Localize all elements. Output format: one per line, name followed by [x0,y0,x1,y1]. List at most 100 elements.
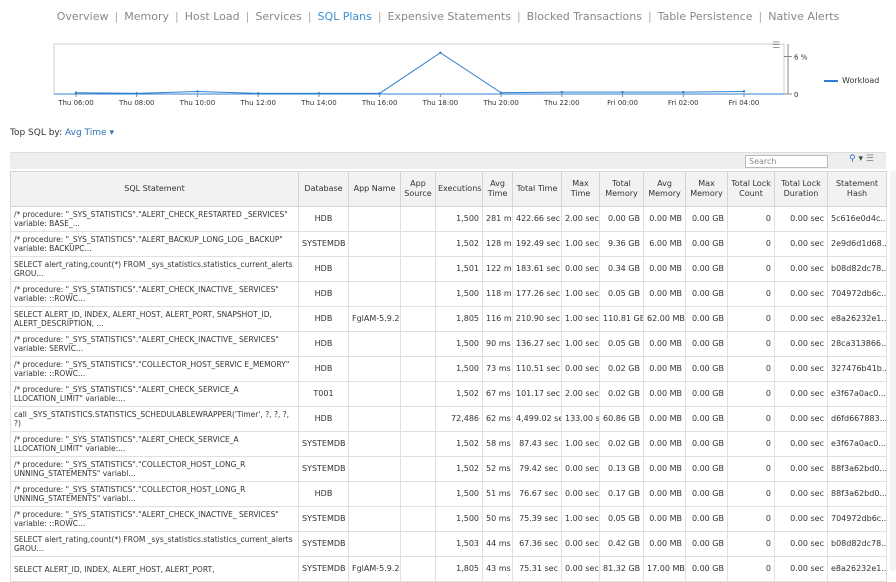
table-row[interactable]: SELECT alert_rating,count(*) FROM _sys_s… [10,531,887,557]
tab-table-persistence[interactable]: Table Persistence [652,10,759,23]
tab-native-alerts[interactable]: Native Alerts [762,10,845,23]
cell-total-time: 192.49 sec [512,231,562,257]
tab-services[interactable]: Services [249,10,307,23]
cell-total-time: 87.43 sec [512,431,562,457]
column-header-max-memory[interactable]: Max Memory [685,171,728,207]
table-scrollbar[interactable] [890,171,896,571]
cell-total-memory: 0.02 GB [599,356,644,382]
column-header-total-memory[interactable]: Total Memory [599,171,644,207]
top-sql-value[interactable]: Avg Time [65,128,107,138]
tab-memory[interactable]: Memory [118,10,175,23]
cell-total-lock-count: 0 [727,556,775,582]
cell-max-memory: 0.00 GB [685,431,728,457]
x-tick-label: Thu 20:00 [482,99,519,107]
cell-total-memory: 0.42 GB [599,531,644,557]
cell-avg-time: 67 ms [482,381,513,407]
data-point [196,90,199,93]
column-header-avg-time[interactable]: Avg Time [482,171,513,207]
x-tick-label: Thu 06:00 [57,99,94,107]
cell-app-name: FglAM-5.9.2 [348,306,401,332]
cell-avg-memory: 62.00 MB [643,306,686,332]
cell-statement-hash: 327476b41b... [827,356,887,382]
table-row[interactable]: SELECT ALERT_ID, INDEX, ALERT_HOST, ALER… [10,306,887,332]
data-point [682,90,685,94]
table-row[interactable]: /* procedure: "_SYS_STATISTICS"."COLLECT… [10,481,887,507]
cell-total-memory: 110.81 GB [599,306,644,332]
cell-avg-time: 58 ms [482,431,513,457]
cell-total-lock-count: 0 [727,256,775,282]
cell-avg-memory: 0.00 MB [643,431,686,457]
column-header-statement-hash[interactable]: Statement Hash [827,171,887,207]
table-row[interactable]: SELECT ALERT_ID, INDEX, ALERT_HOST, ALER… [10,556,887,582]
cell-sql-statement: /* procedure: "_SYS_STATISTICS"."COLLECT… [10,456,299,482]
cell-app-name [348,331,401,357]
tab-expensive-statements[interactable]: Expensive Statements [382,10,517,23]
table-row[interactable]: /* procedure: "_SYS_STATISTICS"."ALERT_C… [10,506,887,532]
cell-sql-statement: /* procedure: "_SYS_STATISTICS"."ALERT_C… [10,506,299,532]
tab-sql-plans[interactable]: SQL Plans [311,10,377,23]
column-header-total-lock-count[interactable]: Total Lock Count [727,171,775,207]
table-row[interactable]: /* procedure: "_SYS_STATISTICS"."ALERT_C… [10,381,887,407]
cell-max-time: 1.00 sec [561,231,600,257]
column-header-avg-memory[interactable]: Avg Memory [643,171,686,207]
cell-app-name [348,231,401,257]
cell-total-lock-count: 0 [727,431,775,457]
table-row[interactable]: /* procedure: "_SYS_STATISTICS"."ALERT_C… [10,431,887,457]
search-input[interactable]: Search [745,155,828,168]
cell-app-name [348,531,401,557]
cell-database: SYSTEMDB [298,506,349,532]
tab-blocked-transactions[interactable]: Blocked Transactions [521,10,648,23]
table-header-row: SQL Statement Database App Name App Source E… [10,171,887,207]
cell-avg-time: 62 ms [482,406,513,432]
column-header-app-name[interactable]: App Name [348,171,401,207]
tab-host-load[interactable]: Host Load [179,10,246,23]
column-header-total-time[interactable]: Total Time [512,171,562,207]
cell-total-time: 75.39 sec [512,506,562,532]
table-row[interactable]: /* procedure: "_SYS_STATISTICS"."ALERT_C… [10,206,887,232]
cell-total-lock-duration: 0.00 sec [774,456,828,482]
cell-total-memory: 0.13 GB [599,456,644,482]
cell-total-lock-count: 0 [727,281,775,307]
cell-total-time: 76.67 sec [512,481,562,507]
table-body: /* procedure: "_SYS_STATISTICS"."ALERT_C… [10,206,887,582]
cell-avg-memory: 0.00 MB [643,531,686,557]
tab-overview[interactable]: Overview [51,10,115,23]
column-header-max-time[interactable]: Max Time [561,171,600,207]
table-row[interactable]: /* procedure: "_SYS_STATISTICS"."ALERT_C… [10,281,887,307]
table-row[interactable]: /* procedure: "_SYS_STATISTICS"."ALERT_B… [10,231,887,257]
cell-app-name [348,481,401,507]
legend-label: Workload [842,76,880,85]
table-row[interactable]: /* procedure: "_SYS_STATISTICS"."ALERT_C… [10,331,887,357]
search-controls[interactable]: ⚲ ▾ ☰ [849,154,874,164]
cell-executions: 1,500 [435,481,483,507]
column-header-sql-statement[interactable]: SQL Statement [10,171,299,207]
data-point [742,90,746,93]
table-row[interactable]: SELECT alert_rating,count(*) FROM _sys_s… [10,256,887,282]
table-row[interactable]: /* procedure: "_SYS_STATISTICS"."COLLECT… [10,356,887,382]
table-row[interactable]: /* procedure: "_SYS_STATISTICS"."COLLECT… [10,456,887,482]
column-header-total-lock-duration[interactable]: Total Lock Duration [774,171,828,207]
cell-total-time: 4,499.02 sec [512,406,562,432]
x-tick-label: Thu 16:00 [361,99,398,107]
x-tick-label: Thu 12:00 [239,99,276,107]
cell-total-time: 67.36 sec [512,531,562,557]
cell-max-time: 1.00 sec [561,431,600,457]
cell-app-name [348,456,401,482]
cell-max-memory: 0.00 GB [685,556,728,582]
cell-total-lock-duration: 0.00 sec [774,256,828,282]
top-sql-selector[interactable]: Top SQL by: Avg Time ▾ [10,128,114,138]
column-header-executions[interactable]: Executions [435,171,483,207]
chevron-down-icon[interactable]: ▾ [859,154,864,164]
search-icon[interactable]: ⚲ [849,154,856,164]
column-header-database[interactable]: Database [298,171,349,207]
cell-database: HDB [298,256,349,282]
column-header-app-source[interactable]: App Source [400,171,436,207]
chevron-down-icon[interactable]: ▾ [109,128,114,138]
table-row[interactable]: call _SYS_STATISTICS.STATISTICS_SCHEDULA… [10,406,887,432]
column-menu-icon[interactable]: ☰ [866,154,874,164]
cell-executions: 1,502 [435,231,483,257]
cell-total-memory: 81.32 GB [599,556,644,582]
cell-total-lock-count: 0 [727,206,775,232]
cell-avg-memory: 0.00 MB [643,506,686,532]
cell-database: SYSTEMDB [298,231,349,257]
